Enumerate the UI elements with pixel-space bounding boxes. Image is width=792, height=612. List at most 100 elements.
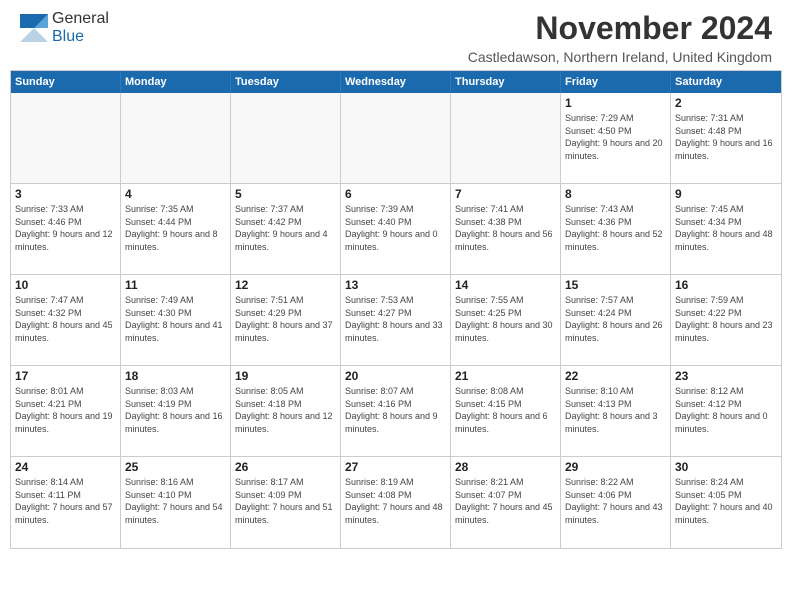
day-number: 9 — [675, 187, 777, 201]
calendar-header: SundayMondayTuesdayWednesdayThursdayFrid… — [11, 71, 781, 93]
day-number: 10 — [15, 278, 116, 292]
day-cell: 2 Sunrise: 7:31 AM Sunset: 4:48 PM Daylig… — [671, 93, 781, 183]
day-info: Sunrise: 7:53 AM Sunset: 4:27 PM Dayligh… — [345, 294, 446, 344]
day-info: Sunrise: 7:39 AM Sunset: 4:40 PM Dayligh… — [345, 203, 446, 253]
calendar-week: 1 Sunrise: 7:29 AM Sunset: 4:50 PM Daylig… — [11, 93, 781, 184]
day-cell: 15 Sunrise: 7:57 AM Sunset: 4:24 PM Dayli… — [561, 275, 671, 365]
day-info: Sunrise: 8:08 AM Sunset: 4:15 PM Dayligh… — [455, 385, 556, 435]
day-number: 24 — [15, 460, 116, 474]
day-info: Sunrise: 7:55 AM Sunset: 4:25 PM Dayligh… — [455, 294, 556, 344]
day-info: Sunrise: 8:01 AM Sunset: 4:21 PM Dayligh… — [15, 385, 116, 435]
day-cell: 19 Sunrise: 8:05 AM Sunset: 4:18 PM Dayli… — [231, 366, 341, 456]
day-number: 12 — [235, 278, 336, 292]
empty-cell — [451, 93, 561, 183]
day-info: Sunrise: 8:07 AM Sunset: 4:16 PM Dayligh… — [345, 385, 446, 435]
day-of-week-header: Thursday — [451, 71, 561, 93]
day-number: 26 — [235, 460, 336, 474]
month-title: November 2024 — [468, 10, 772, 47]
day-cell: 18 Sunrise: 8:03 AM Sunset: 4:19 PM Dayli… — [121, 366, 231, 456]
day-cell: 6Sunrise: 7:39 AM Sunset: 4:40 PM Daylig… — [341, 184, 451, 274]
calendar-week: 10 Sunrise: 7:47 AM Sunset: 4:32 PM Dayli… — [11, 275, 781, 366]
day-info: Sunrise: 7:35 AM Sunset: 4:44 PM Dayligh… — [125, 203, 226, 253]
day-cell: 16Sunrise: 7:59 AM Sunset: 4:22 PM Dayli… — [671, 275, 781, 365]
day-number: 29 — [565, 460, 666, 474]
logo: General Blue — [20, 10, 109, 46]
day-cell: 11 Sunrise: 7:49 AM Sunset: 4:30 PM Dayli… — [121, 275, 231, 365]
day-cell: 29 Sunrise: 8:22 AM Sunset: 4:06 PM Dayli… — [561, 457, 671, 548]
page-header: General Blue November 2024 Castledawson,… — [0, 0, 792, 70]
empty-cell — [231, 93, 341, 183]
day-info: Sunrise: 8:10 AM Sunset: 4:13 PM Dayligh… — [565, 385, 666, 435]
day-cell: 7Sunrise: 7:41 AM Sunset: 4:38 PM Daylig… — [451, 184, 561, 274]
day-of-week-header: Monday — [121, 71, 231, 93]
day-cell: 10 Sunrise: 7:47 AM Sunset: 4:32 PM Dayli… — [11, 275, 121, 365]
day-cell: 5 Sunrise: 7:37 AM Sunset: 4:42 PM Daylig… — [231, 184, 341, 274]
day-number: 3 — [15, 187, 116, 201]
calendar-week: 24 Sunrise: 8:14 AM Sunset: 4:11 PM Dayli… — [11, 457, 781, 548]
day-number: 25 — [125, 460, 226, 474]
day-cell: 3 Sunrise: 7:33 AM Sunset: 4:46 PM Daylig… — [11, 184, 121, 274]
day-info: Sunrise: 7:49 AM Sunset: 4:30 PM Dayligh… — [125, 294, 226, 344]
day-info: Sunrise: 7:41 AM Sunset: 4:38 PM Dayligh… — [455, 203, 556, 253]
day-cell: 17 Sunrise: 8:01 AM Sunset: 4:21 PM Dayli… — [11, 366, 121, 456]
day-number: 14 — [455, 278, 556, 292]
day-info: Sunrise: 7:43 AM Sunset: 4:36 PM Dayligh… — [565, 203, 666, 253]
day-info: Sunrise: 8:24 AM Sunset: 4:05 PM Dayligh… — [675, 476, 777, 526]
day-number: 23 — [675, 369, 777, 383]
calendar: SundayMondayTuesdayWednesdayThursdayFrid… — [10, 70, 782, 549]
day-info: Sunrise: 7:57 AM Sunset: 4:24 PM Dayligh… — [565, 294, 666, 344]
day-info: Sunrise: 7:31 AM Sunset: 4:48 PM Dayligh… — [675, 112, 777, 162]
day-number: 27 — [345, 460, 446, 474]
day-cell: 4 Sunrise: 7:35 AM Sunset: 4:44 PM Daylig… — [121, 184, 231, 274]
day-info: Sunrise: 7:33 AM Sunset: 4:46 PM Dayligh… — [15, 203, 116, 253]
day-cell: 13 Sunrise: 7:53 AM Sunset: 4:27 PM Dayli… — [341, 275, 451, 365]
day-cell: 21 Sunrise: 8:08 AM Sunset: 4:15 PM Dayli… — [451, 366, 561, 456]
day-info: Sunrise: 7:47 AM Sunset: 4:32 PM Dayligh… — [15, 294, 116, 344]
title-area: November 2024 Castledawson, Northern Ire… — [468, 10, 772, 65]
location: Castledawson, Northern Ireland, United K… — [468, 49, 772, 65]
day-info: Sunrise: 8:22 AM Sunset: 4:06 PM Dayligh… — [565, 476, 666, 526]
day-info: Sunrise: 8:16 AM Sunset: 4:10 PM Dayligh… — [125, 476, 226, 526]
day-info: Sunrise: 8:05 AM Sunset: 4:18 PM Dayligh… — [235, 385, 336, 435]
day-info: Sunrise: 7:51 AM Sunset: 4:29 PM Dayligh… — [235, 294, 336, 344]
day-number: 8 — [565, 187, 666, 201]
day-number: 30 — [675, 460, 777, 474]
calendar-body: 1 Sunrise: 7:29 AM Sunset: 4:50 PM Daylig… — [11, 93, 781, 548]
day-number: 18 — [125, 369, 226, 383]
day-info: Sunrise: 8:14 AM Sunset: 4:11 PM Dayligh… — [15, 476, 116, 526]
day-number: 11 — [125, 278, 226, 292]
day-cell: 14 Sunrise: 7:55 AM Sunset: 4:25 PM Dayli… — [451, 275, 561, 365]
day-number: 28 — [455, 460, 556, 474]
day-number: 5 — [235, 187, 336, 201]
day-info: Sunrise: 7:59 AM Sunset: 4:22 PM Dayligh… — [675, 294, 777, 344]
day-number: 1 — [565, 96, 666, 110]
day-cell: 12 Sunrise: 7:51 AM Sunset: 4:29 PM Dayli… — [231, 275, 341, 365]
day-info: Sunrise: 7:29 AM Sunset: 4:50 PM Dayligh… — [565, 112, 666, 162]
calendar-week: 17 Sunrise: 8:01 AM Sunset: 4:21 PM Dayli… — [11, 366, 781, 457]
day-of-week-header: Saturday — [671, 71, 781, 93]
day-info: Sunrise: 7:37 AM Sunset: 4:42 PM Dayligh… — [235, 203, 336, 253]
day-info: Sunrise: 8:12 AM Sunset: 4:12 PM Dayligh… — [675, 385, 777, 435]
day-cell: 28 Sunrise: 8:21 AM Sunset: 4:07 PM Dayli… — [451, 457, 561, 548]
day-number: 21 — [455, 369, 556, 383]
day-number: 20 — [345, 369, 446, 383]
calendar-week: 3 Sunrise: 7:33 AM Sunset: 4:46 PM Daylig… — [11, 184, 781, 275]
day-number: 2 — [675, 96, 777, 110]
day-cell: 23 Sunrise: 8:12 AM Sunset: 4:12 PM Dayli… — [671, 366, 781, 456]
day-number: 4 — [125, 187, 226, 201]
day-of-week-header: Friday — [561, 71, 671, 93]
empty-cell — [11, 93, 121, 183]
day-cell: 9Sunrise: 7:45 AM Sunset: 4:34 PM Daylig… — [671, 184, 781, 274]
day-number: 13 — [345, 278, 446, 292]
day-cell: 20 Sunrise: 8:07 AM Sunset: 4:16 PM Dayli… — [341, 366, 451, 456]
day-info: Sunrise: 8:03 AM Sunset: 4:19 PM Dayligh… — [125, 385, 226, 435]
day-number: 15 — [565, 278, 666, 292]
day-cell: 25 Sunrise: 8:16 AM Sunset: 4:10 PM Dayli… — [121, 457, 231, 548]
day-info: Sunrise: 8:17 AM Sunset: 4:09 PM Dayligh… — [235, 476, 336, 526]
empty-cell — [341, 93, 451, 183]
day-info: Sunrise: 8:21 AM Sunset: 4:07 PM Dayligh… — [455, 476, 556, 526]
day-cell: 30 Sunrise: 8:24 AM Sunset: 4:05 PM Dayli… — [671, 457, 781, 548]
day-number: 19 — [235, 369, 336, 383]
day-number: 17 — [15, 369, 116, 383]
day-cell: 24 Sunrise: 8:14 AM Sunset: 4:11 PM Dayli… — [11, 457, 121, 548]
